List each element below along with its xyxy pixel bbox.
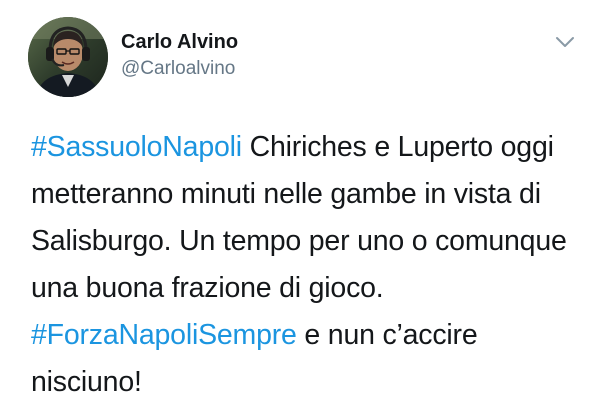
chevron-down-icon[interactable]	[554, 34, 576, 50]
hashtag-link[interactable]: #SassuoloNapoli	[31, 131, 242, 163]
avatar[interactable]	[28, 17, 108, 97]
tweet-card: Carlo Alvino @Carloalvino #SassuoloNapol…	[0, 0, 600, 412]
author-handle[interactable]: @Carloalvino	[121, 58, 235, 80]
avatar-photo	[28, 17, 108, 97]
tweet-text: #SassuoloNapoli Chiriches e Luperto oggi…	[31, 124, 576, 406]
hashtag-link[interactable]: #ForzaNapoliSempre	[31, 319, 297, 351]
author-name[interactable]: Carlo Alvino	[121, 31, 238, 54]
